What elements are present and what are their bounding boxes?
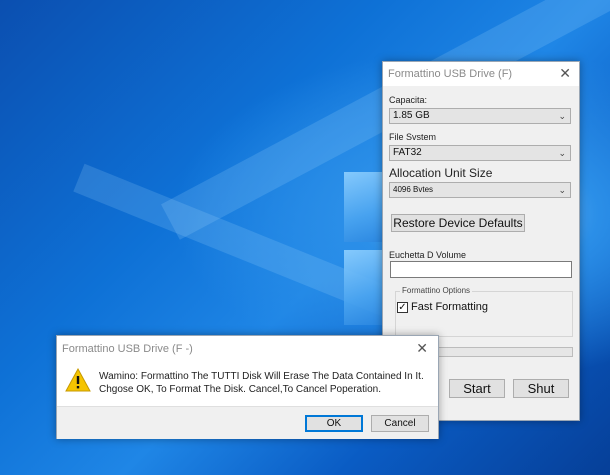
warning-dialog-body: Wamino: Formattino The TUTTI Disk Will E…: [57, 362, 438, 406]
cancel-button[interactable]: Cancel: [371, 415, 429, 432]
warning-dialog: Formattino USB Drive (F -) ✕ Wamino: For…: [56, 335, 439, 439]
chevron-down-icon: ⌄: [558, 185, 566, 195]
format-options-label: Formattino Options: [400, 286, 473, 295]
start-button[interactable]: Start: [449, 379, 505, 398]
windows-logo-pane: [344, 250, 384, 325]
ok-button[interactable]: OK: [305, 415, 363, 432]
format-options-group: Formattino Options ✓ Fast Formatting: [395, 286, 573, 337]
chevron-down-icon: ⌄: [558, 148, 566, 158]
windows-logo-pane: [344, 172, 384, 242]
fast-format-checkbox[interactable]: ✓: [397, 302, 408, 313]
capacity-select[interactable]: 1.85 GB ⌄: [389, 108, 571, 124]
format-window-title: Formattino USB Drive (F): [388, 68, 513, 80]
chevron-down-icon: ⌄: [558, 111, 566, 121]
file-system-value: FAT32: [393, 147, 422, 158]
warning-dialog-title: Formattino USB Drive (F -): [62, 343, 193, 355]
warning-icon: [65, 368, 91, 392]
volume-label-input[interactable]: [390, 261, 572, 278]
capacity-label: Capacita:: [389, 95, 428, 105]
capacity-value: 1.85 GB: [393, 110, 430, 121]
allocation-select[interactable]: 4096 Bvtes ⌄: [389, 182, 571, 198]
warning-message: Wamino: Formattino The TUTTI Disk Will E…: [99, 370, 424, 396]
warning-dialog-titlebar: Formattino USB Drive (F -) ✕: [57, 336, 438, 362]
file-system-label: File Svstem: [389, 132, 437, 142]
close-icon[interactable]: ✕: [416, 340, 428, 357]
warning-dialog-footer: OK Cancel: [57, 406, 438, 439]
allocation-value: 4096 Bvtes: [393, 185, 434, 194]
close-button[interactable]: Shut: [513, 379, 569, 398]
restore-defaults-button[interactable]: Restore Device Defaults: [391, 214, 525, 232]
warning-message-line2: Chgose OK, To Format The Disk. Cancel,To…: [99, 384, 381, 395]
warning-message-line1: Wamino: Formattino The TUTTI Disk Will E…: [99, 371, 424, 382]
close-icon[interactable]: ✕: [559, 65, 571, 82]
volume-label: Euchetta D Volume: [389, 250, 467, 260]
fast-format-label: Fast Formatting: [411, 301, 489, 313]
file-system-select[interactable]: FAT32 ⌄: [389, 145, 571, 161]
format-window-titlebar: Formattino USB Drive (F) ✕: [383, 62, 579, 86]
allocation-label: Allocation Unit Size: [389, 166, 493, 180]
